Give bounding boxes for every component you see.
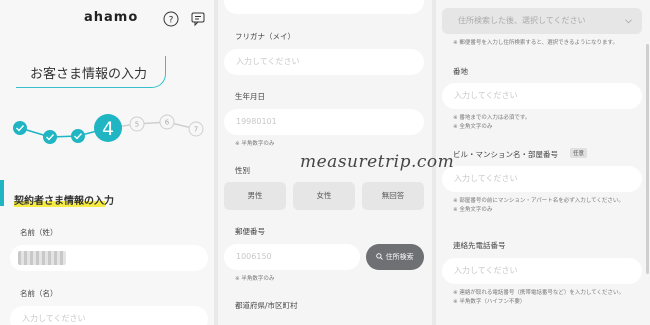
address-search-label: 住所検索: [385, 253, 414, 261]
page-title: お客さま情報の入力: [30, 67, 148, 82]
building-note: ※ 部屋番号の前にマンション・アパート名を必ず入力してください。: [453, 198, 624, 204]
scrollbar[interactable]: [646, 44, 649, 274]
gender-female-button[interactable]: 女性: [293, 182, 355, 210]
first-name-field[interactable]: 入力してください: [10, 306, 208, 325]
search-icon: [376, 253, 384, 260]
step-upcoming-number: 7: [194, 126, 198, 134]
help-icon[interactable]: ?: [163, 11, 179, 27]
panel-address-contact: 住所検索した後、選択してください ※ 郵便番号を入力し住所検索すると、選択できる…: [436, 0, 650, 325]
gender-label: 性別: [235, 166, 250, 175]
panel-customer-info: ahamo ? お客さま情報の入力 4 5 6 7 契約者さま情報の入力 名前（…: [0, 0, 214, 325]
birthdate-label: 生年月日: [235, 92, 265, 101]
banchi-note: ※ 番地までの入力は必須です。: [453, 115, 531, 121]
step-1-done-icon: [13, 121, 27, 135]
building-field[interactable]: 入力してください: [442, 166, 642, 192]
watermark-text: measuretrip.com: [300, 152, 455, 172]
first-name-label: 名前（名）: [20, 289, 58, 298]
gender-none-button[interactable]: 無回答: [362, 182, 424, 210]
address-select[interactable]: 住所検索した後、選択してください: [442, 8, 642, 34]
building-label: ビル・マンション名・部屋番号: [453, 150, 558, 159]
optional-badge: 任意: [570, 148, 588, 158]
ahamo-logo[interactable]: ahamo: [84, 10, 138, 25]
svg-text:?: ?: [169, 16, 174, 26]
phone-note: ※ 半角数字（ハイフン不要）: [453, 299, 526, 305]
step-2-done-icon: [43, 130, 57, 144]
furigana-sei-field[interactable]: [224, 0, 424, 14]
phone-note: ※ 連絡が取れる電話番号（携帯電話番号など）を入力してください。: [453, 290, 625, 296]
address-select-value: 住所検索した後、選択してください: [458, 16, 586, 25]
banchi-field[interactable]: 入力してください: [442, 83, 642, 109]
prefecture-city-label: 都道府県/市区町村: [235, 301, 298, 310]
birthdate-field[interactable]: 19980101: [224, 109, 424, 135]
last-name-value-blurred: [18, 251, 66, 265]
last-name-label: 名前（姓）: [20, 228, 58, 237]
furigana-mei-field[interactable]: 入力してください: [224, 49, 424, 75]
address-select-note: ※ 郵便番号を入力し住所検索すると、選択できるようになります。: [453, 40, 618, 46]
gender-male-button[interactable]: 男性: [224, 182, 286, 210]
step-3-done-icon: [71, 129, 85, 143]
chevron-down-icon: [625, 19, 632, 24]
banchi-label: 番地: [453, 67, 468, 76]
progress-steps: 4 5 6 7: [13, 114, 204, 144]
phone-field[interactable]: 入力してください: [442, 258, 642, 284]
section-title: 契約者さま情報の入力: [14, 196, 114, 207]
birthdate-note: ※ 半角数字のみ: [235, 141, 275, 147]
phone-label: 連絡先電話番号: [453, 241, 506, 250]
postal-code-label: 郵便番号: [235, 227, 265, 236]
banchi-note: ※ 全角文字のみ: [453, 124, 493, 130]
step-upcoming-number: 5: [135, 121, 139, 129]
building-note: ※ 全角文字のみ: [453, 207, 493, 213]
furigana-mei-label: フリガナ（メイ）: [235, 32, 295, 41]
postal-code-note: ※ 半角数字のみ: [235, 276, 275, 282]
address-search-button[interactable]: 住所検索: [366, 244, 424, 270]
step-upcoming-number: 6: [165, 119, 170, 127]
step-current-number: 4: [102, 118, 114, 140]
postal-code-field[interactable]: 1006150: [224, 244, 360, 270]
section-accent-bar: [0, 180, 4, 206]
chat-icon[interactable]: [191, 11, 207, 27]
